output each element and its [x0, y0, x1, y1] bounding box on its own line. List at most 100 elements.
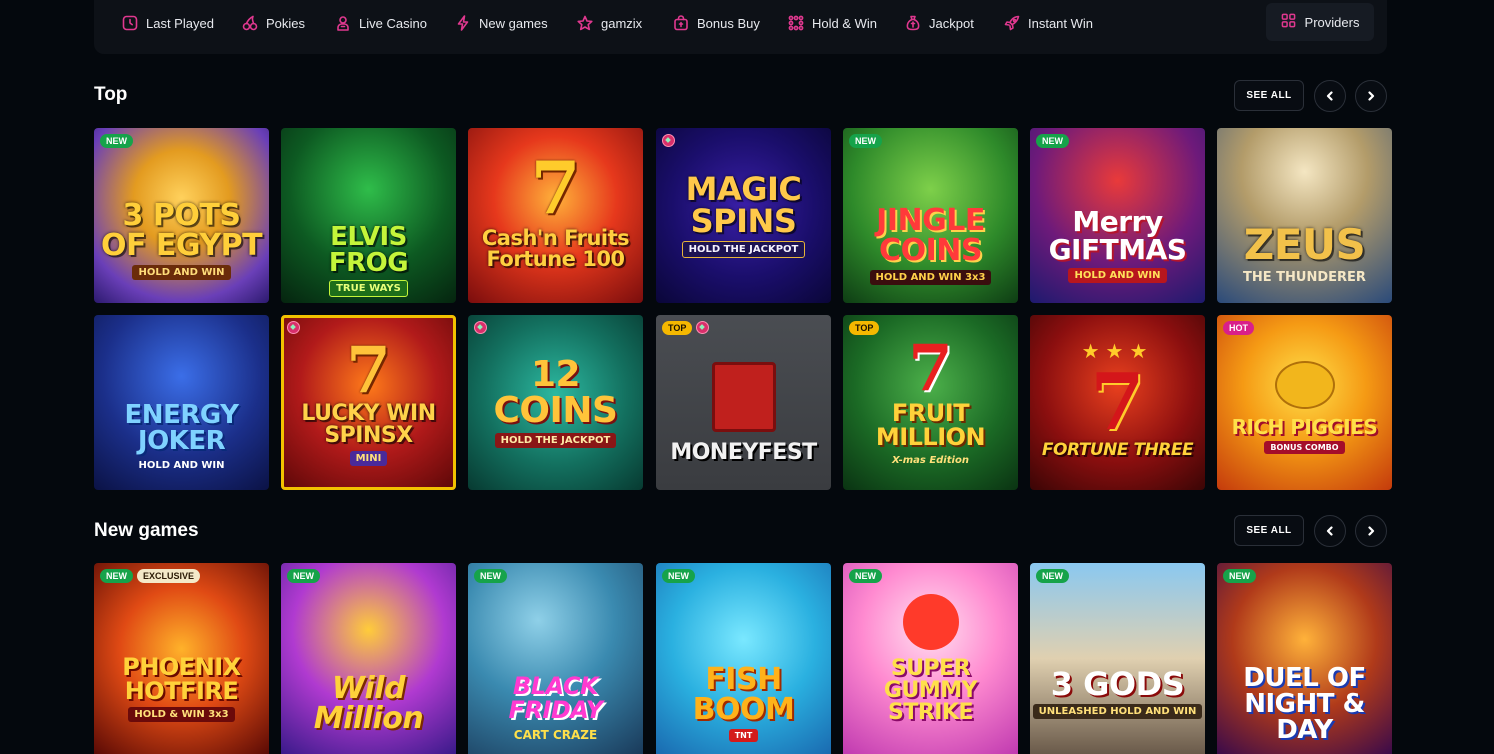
badge-hot: HOT — [1223, 321, 1254, 335]
game-tile-3-gods[interactable]: NEW 3 GODS UNLEASHED HOLD AND WIN — [1030, 563, 1205, 754]
providers-button[interactable]: Providers — [1266, 3, 1374, 41]
game-title: BLACK FRIDAY — [508, 671, 603, 724]
nav-item-hold-win[interactable]: Hold & Win — [788, 12, 877, 34]
game-tile-wild-million[interactable]: NEW Wild Million — [281, 563, 456, 754]
badge-group: NEW — [662, 569, 695, 583]
bonus-bag-icon — [673, 15, 689, 31]
badge-new: NEW — [474, 569, 507, 583]
game-tile-rich-piggies[interactable]: HOT RICH PIGGIES BONUS COMBO — [1217, 315, 1392, 490]
game-title: JINGLE COINS — [876, 203, 985, 268]
game-subtitle: TNT — [728, 729, 759, 742]
prev-arrow-button[interactable] — [1314, 515, 1346, 547]
game-title: FISH BOOM — [692, 662, 795, 727]
game-tile-elvis-frog[interactable]: ELVIS FROG TRUE WAYS — [281, 128, 456, 303]
game-tile-super-gummy-strike[interactable]: NEW SUPER GUMMY STRIKE — [843, 563, 1018, 754]
badge-group — [474, 321, 487, 334]
game-subtitle: HOLD AND WIN — [1068, 268, 1167, 283]
game-subtitle: HOLD AND WIN — [132, 265, 231, 280]
gem-icon — [696, 321, 710, 334]
nav-item-gamzix[interactable]: gamzix — [577, 12, 642, 34]
next-arrow-button[interactable] — [1355, 80, 1387, 112]
game-tile-3-pots-of-egypt[interactable]: NEW 3 POTS OF EGYPT HOLD AND WIN — [94, 128, 269, 303]
game-title: ENERGY JOKER — [124, 400, 239, 456]
game-tile-fortune-three[interactable]: ★★★ 7 FORTUNE THREE — [1030, 315, 1205, 490]
grid-dots-icon — [788, 15, 804, 31]
category-nav: Last Played Pokies Live Casino New games… — [94, 0, 1387, 54]
see-all-button[interactable]: SEE ALL — [1234, 80, 1304, 111]
seven-symbol: 7 — [1090, 356, 1145, 448]
game-title: Wild Million — [313, 670, 424, 736]
game-tile-jingle-coins[interactable]: NEW JINGLE COINS HOLD AND WIN 3x3 — [843, 128, 1018, 303]
game-tile-magic-spins[interactable]: MAGIC SPINS HOLD THE JACKPOT — [656, 128, 831, 303]
game-title: MONEYFEST — [670, 439, 817, 465]
nav-item-label: Hold & Win — [812, 15, 878, 31]
game-tile-energy-joker[interactable]: ENERGY JOKER HOLD AND WIN — [94, 315, 269, 490]
dealer-icon — [335, 15, 351, 31]
chevron-right-icon — [1368, 91, 1375, 101]
game-tile-duel-of-night-and-day[interactable]: NEW DUEL OF NIGHT & DAY — [1217, 563, 1392, 754]
clock-icon — [122, 15, 138, 31]
badge-exclusive: EXCLUSIVE — [137, 569, 201, 583]
game-tile-cash-n-fruits[interactable]: 7 Cash'n Fruits Fortune 100 — [468, 128, 643, 303]
game-tile-phoenix-hotfire[interactable]: NEW EXCLUSIVE PHOENIX HOTFIRE HOLD & WIN… — [94, 563, 269, 754]
section-title-new-games: New games — [94, 520, 199, 541]
nav-item-last-played[interactable]: Last Played — [122, 12, 214, 34]
badge-group: TOP — [849, 321, 880, 335]
game-title: ELVIS FROG — [328, 222, 409, 278]
game-tile-fish-boom[interactable]: NEW FISH BOOM TNT — [656, 563, 831, 754]
game-tile-black-friday[interactable]: NEW BLACK FRIDAY CART CRAZE — [468, 563, 643, 754]
grid-icon — [1281, 13, 1296, 31]
game-tile-lucky-win-spins[interactable]: 7 LUCKY WIN SPINSX MINI — [281, 315, 456, 490]
badge-group — [662, 134, 675, 147]
next-arrow-button[interactable] — [1355, 515, 1387, 547]
game-title: ZEUS — [1243, 220, 1366, 269]
badge-group: NEW — [849, 569, 882, 583]
chevron-right-icon — [1368, 526, 1375, 536]
game-subtitle: UNLEASHED HOLD AND WIN — [1032, 704, 1203, 719]
nav-item-instant-win[interactable]: Instant Win — [1004, 12, 1093, 34]
game-tile-merry-giftmas[interactable]: NEW Merry GIFTMAS HOLD AND WIN — [1030, 128, 1205, 303]
game-tile-12-coins[interactable]: 12 COINS HOLD THE JACKPOT — [468, 315, 643, 490]
game-title: FRUIT MILLION — [875, 399, 986, 451]
nav-item-label: Jackpot — [929, 15, 974, 31]
section-title-top: Top — [94, 84, 128, 105]
nav-item-label: gamzix — [601, 15, 643, 31]
badge-new: NEW — [287, 569, 320, 583]
badge-group: NEW EXCLUSIVE — [100, 569, 201, 583]
badge-new: NEW — [662, 569, 695, 583]
rocket-icon — [1004, 15, 1020, 31]
game-tile-zeus[interactable]: ZEUS THE THUNDERER — [1217, 128, 1392, 303]
badge-new: NEW — [1036, 569, 1069, 583]
game-title: Merry GIFTMAS — [1048, 205, 1187, 266]
badge-new: NEW — [849, 569, 882, 583]
badge-new: NEW — [1223, 569, 1256, 583]
badge-new: NEW — [849, 134, 882, 148]
nav-item-jackpot[interactable]: Jackpot — [905, 12, 974, 34]
gem-icon — [287, 321, 300, 334]
gem-icon — [662, 134, 675, 147]
chevron-left-icon — [1326, 91, 1333, 101]
badge-group: NEW — [1036, 134, 1069, 148]
game-tile-fruit-million[interactable]: TOP 7 FRUIT MILLION X-mas Edition — [843, 315, 1018, 490]
game-title: 3 POTS OF EGYPT — [100, 198, 263, 263]
game-title: DUEL OF NIGHT & DAY — [1243, 662, 1366, 745]
see-all-button[interactable]: SEE ALL — [1234, 515, 1304, 546]
nav-item-live-casino[interactable]: Live Casino — [335, 12, 427, 34]
money-bag-icon — [905, 15, 921, 31]
game-title: MAGIC SPINS — [685, 170, 802, 240]
nav-item-new-games[interactable]: New games — [455, 12, 548, 34]
nav-item-label: Pokies — [266, 15, 306, 31]
cherries-icon — [242, 15, 258, 31]
nav-item-bonus-buy[interactable]: Bonus Buy — [673, 12, 760, 34]
game-subtitle: HOLD & WIN 3x3 — [128, 707, 235, 722]
game-title: FORTUNE THREE — [1041, 439, 1194, 460]
game-title: 3 GODS — [1050, 665, 1185, 703]
badge-top: TOP — [849, 321, 880, 335]
badge-group: NEW — [849, 134, 882, 148]
nav-item-pokies[interactable]: Pokies — [242, 12, 305, 34]
prev-arrow-button[interactable] — [1314, 80, 1346, 112]
badge-new: NEW — [1036, 134, 1069, 148]
nav-item-label: Last Played — [146, 15, 214, 31]
game-tile-moneyfest[interactable]: TOP MONEYFEST — [656, 315, 831, 490]
gem-icon — [474, 321, 487, 334]
